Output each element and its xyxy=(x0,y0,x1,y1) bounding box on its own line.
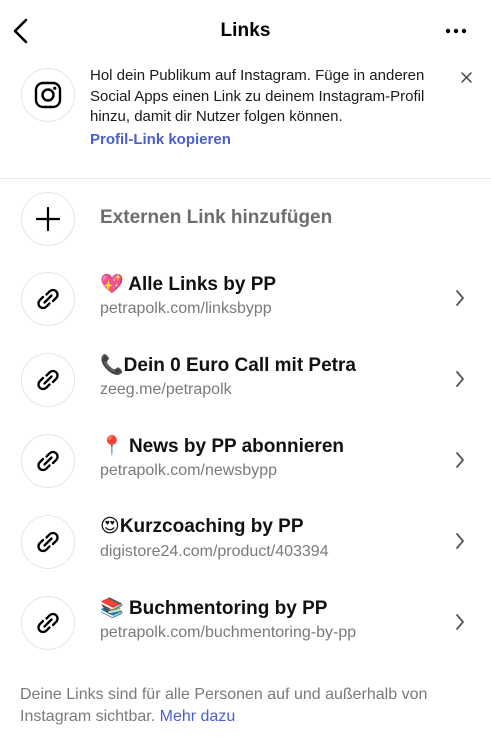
link-icon-circle xyxy=(21,596,75,650)
link-title-text: Buchmentoring by PP xyxy=(128,598,328,619)
copy-profile-link-button[interactable]: Profil-Link kopieren xyxy=(90,131,231,148)
link-icon-circle xyxy=(21,434,75,488)
link-icon xyxy=(37,369,59,391)
link-url: digistore24.com/product/403394 xyxy=(100,543,329,560)
link-item[interactable]: 💖 Alle Links by PP petrapolk.com/linksby… xyxy=(0,272,491,330)
chevron-right-icon xyxy=(452,287,468,309)
link-item[interactable]: 📚 Buchmentoring by PP petrapolk.com/buch… xyxy=(0,596,491,654)
link-emoji: 😍 xyxy=(100,516,120,537)
learn-more-link[interactable]: Mehr dazu xyxy=(160,708,236,725)
link-icon-circle xyxy=(21,515,75,569)
link-url: petrapolk.com/linksbypp xyxy=(100,300,272,317)
chevron-right-icon xyxy=(452,611,468,633)
link-emoji: 📍 xyxy=(100,436,124,457)
link-title: 📍 News by PP abonnieren xyxy=(100,434,344,458)
link-title: 💖 Alle Links by PP xyxy=(100,272,276,296)
link-icon-circle xyxy=(21,353,75,407)
more-horizontal-icon xyxy=(445,28,467,34)
link-item[interactable]: 😍Kurzcoaching by PP digistore24.com/prod… xyxy=(0,515,491,573)
instagram-icon xyxy=(34,81,62,109)
link-title: 📞Dein 0 Euro Call mit Petra xyxy=(100,353,356,377)
link-title-text: Kurzcoaching by PP xyxy=(119,516,304,537)
link-item[interactable]: 📞Dein 0 Euro Call mit Petra zeeg.me/petr… xyxy=(0,353,491,411)
link-title: 📚 Buchmentoring by PP xyxy=(100,596,327,620)
more-options-button[interactable] xyxy=(440,18,472,44)
instagram-icon-circle xyxy=(21,68,75,122)
chevron-right-icon xyxy=(452,368,468,390)
chevron-right-icon xyxy=(452,530,468,552)
top-bar: Links xyxy=(0,0,491,62)
section-divider xyxy=(0,178,491,179)
link-icon xyxy=(37,450,59,472)
links-visibility-note: Deine Links sind für alle Personen auf u… xyxy=(20,684,470,728)
link-item[interactable]: 📍 News by PP abonnieren petrapolk.com/ne… xyxy=(0,434,491,492)
link-icon-circle xyxy=(21,272,75,326)
link-title: 😍Kurzcoaching by PP xyxy=(100,515,304,538)
link-url: petrapolk.com/buchmentoring-by-pp xyxy=(100,624,357,641)
link-title-text: News by PP abonnieren xyxy=(128,436,345,457)
plus-icon xyxy=(36,207,60,231)
link-icon xyxy=(37,288,59,310)
add-external-link-label: Externen Link hinzufügen xyxy=(100,207,333,228)
link-url: zeeg.me/petrapolk xyxy=(100,381,232,398)
link-url: petrapolk.com/newsbypp xyxy=(100,462,277,479)
link-emoji: 📚 xyxy=(100,598,124,619)
add-external-link-button[interactable]: Externen Link hinzufügen xyxy=(0,190,491,246)
link-icon xyxy=(37,531,59,553)
dismiss-banner-button[interactable] xyxy=(456,68,476,86)
chevron-right-icon xyxy=(452,449,468,471)
plus-icon-circle xyxy=(21,192,75,246)
link-emoji: 💖 xyxy=(100,274,124,295)
instagram-promo-text: Hol dein Publikum auf Instagram. Füge in… xyxy=(90,67,425,125)
link-icon xyxy=(37,612,59,634)
page-title: Links xyxy=(220,20,271,41)
close-icon xyxy=(460,71,472,83)
link-title-text: Alle Links by PP xyxy=(128,274,277,295)
link-emoji: 📞 xyxy=(100,355,124,376)
link-title-text: Dein 0 Euro Call mit Petra xyxy=(123,355,356,376)
